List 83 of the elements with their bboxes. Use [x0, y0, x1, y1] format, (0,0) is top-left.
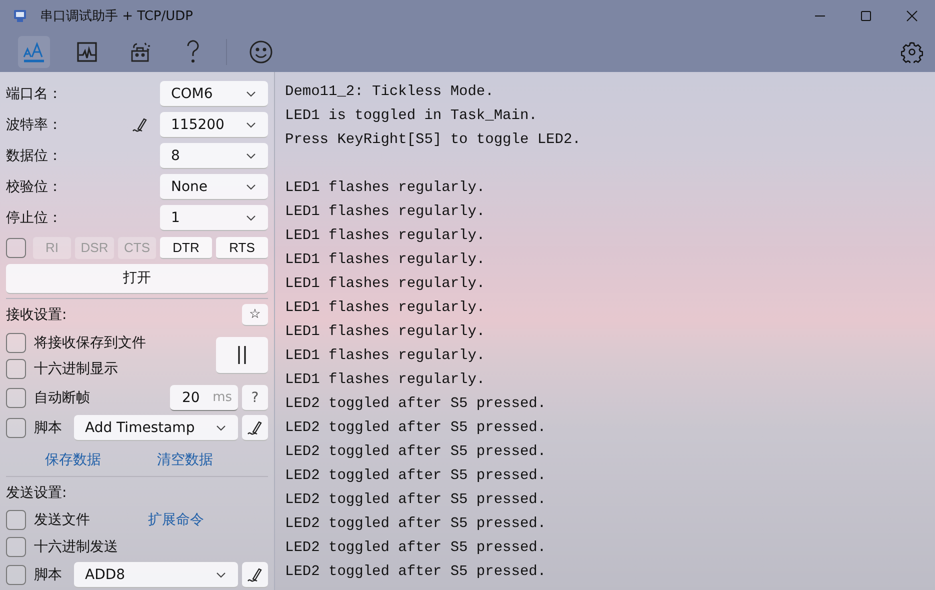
console-line: LED1 flashes regularly.	[285, 203, 486, 222]
checkbox[interactable]	[6, 238, 26, 258]
dropdown[interactable]: None	[160, 174, 268, 200]
chevron-down-icon	[246, 214, 256, 221]
checkbox[interactable]	[6, 565, 26, 586]
pen-icon	[247, 566, 263, 583]
smiley-icon	[249, 40, 273, 64]
console-line: LED1 flashes regularly.	[285, 275, 486, 294]
help-button[interactable]: ?	[242, 385, 268, 412]
console-line: LED1 flashes regularly.	[285, 371, 486, 390]
dropdown[interactable]: Add Timestamp	[74, 415, 238, 442]
pen-icon	[247, 420, 263, 436]
checkbox-label: 将接收保存到文件	[34, 334, 146, 352]
interval-field[interactable]: 20 ms	[170, 385, 238, 412]
console-line: Demo11_2: Tickless Mode.	[285, 83, 495, 102]
close-icon[interactable]	[906, 10, 918, 22]
interval-unit: ms	[212, 390, 232, 406]
signal-button[interactable]: RTS	[216, 236, 268, 259]
checkbox[interactable]	[6, 388, 26, 408]
app-icon	[12, 8, 28, 24]
window-title: 串口调试助手 + TCP/UDP	[40, 8, 193, 25]
signal-button[interactable]: DTR	[160, 236, 212, 259]
checkbox[interactable]	[6, 358, 26, 378]
star-button[interactable]: ☆	[242, 304, 268, 326]
font-size-icon	[22, 40, 46, 64]
checkbox[interactable]	[6, 510, 26, 530]
pause-button[interactable]	[216, 337, 268, 374]
chevron-down-icon	[246, 122, 256, 128]
console-line: LED1 flashes regularly.	[285, 299, 486, 318]
link[interactable]: 扩展命令	[148, 511, 204, 530]
console-line: LED2 toggled after S5 pressed.	[285, 539, 548, 558]
chevron-down-icon	[216, 424, 226, 431]
checkbox-label: 脚本	[34, 419, 62, 438]
console-line: LED2 toggled after S5 pressed.	[285, 395, 548, 414]
interval-value: 20	[182, 390, 200, 406]
dropdown[interactable]: 8	[160, 143, 268, 170]
console-line: LED1 flashes regularly.	[285, 347, 486, 366]
checkbox-label: 十六进制发送	[34, 538, 118, 556]
field-label: 校验位：	[6, 178, 62, 196]
dropdown[interactable]: COM6	[160, 81, 268, 108]
console-line: LED2 toggled after S5 pressed.	[285, 443, 548, 462]
section-title: 发送设置:	[6, 484, 67, 502]
console-line: LED1 flashes regularly.	[285, 179, 486, 198]
field-label: 端口名：	[6, 85, 62, 104]
pause-icon	[237, 346, 247, 364]
maximize-icon[interactable]	[860, 10, 872, 22]
console-line: LED2 toggled after S5 pressed.	[285, 491, 548, 510]
console-line: LED2 toggled after S5 pressed.	[285, 515, 548, 534]
console-line: LED2 toggled after S5 pressed.	[285, 563, 548, 582]
help-icon	[185, 40, 201, 64]
checkbox-label: 十六进制显示	[34, 360, 118, 378]
console-line: LED1 flashes regularly.	[285, 227, 486, 246]
settings-icon[interactable]	[901, 41, 923, 63]
open-button[interactable]: 打开	[6, 264, 268, 294]
checkbox[interactable]	[6, 536, 26, 557]
dropdown[interactable]: 1	[160, 205, 268, 232]
section-title: 接收设置:	[6, 306, 67, 324]
field-label: 波特率：	[6, 116, 62, 134]
console-line: Press KeyRight[S5] to toggle LED2.	[285, 131, 581, 150]
link[interactable]: 清空数据	[157, 450, 213, 469]
field-label: 数据位：	[6, 147, 62, 166]
field-label: 停止位：	[6, 209, 62, 228]
chevron-down-icon	[246, 184, 256, 190]
pen-icon	[132, 117, 148, 134]
console-line: LED2 toggled after S5 pressed.	[285, 419, 548, 438]
checkbox-label: 自动断帧	[34, 389, 90, 408]
console-line: LED1 is toggled in Task_Main.	[285, 107, 538, 126]
console-line: LED1 flashes regularly.	[285, 323, 486, 342]
console-line: LED2 toggled after S5 pressed.	[285, 467, 548, 486]
console-line: LED1 flashes regularly.	[285, 251, 486, 270]
chevron-down-icon	[246, 152, 256, 159]
edit-script-button[interactable]	[242, 415, 268, 442]
link[interactable]: 保存数据	[45, 450, 101, 469]
checkbox-label: 脚本	[34, 566, 62, 584]
dropdown[interactable]: 115200	[160, 112, 268, 138]
chevron-down-icon	[216, 572, 226, 578]
checkbox-label: 发送文件	[34, 511, 90, 530]
edit-script-button[interactable]	[242, 562, 268, 588]
chevron-down-icon	[246, 90, 256, 97]
checkbox[interactable]	[6, 332, 26, 352]
chart-icon	[76, 41, 98, 63]
dropdown[interactable]: ADD8	[74, 562, 238, 588]
checkbox[interactable]	[6, 418, 26, 438]
